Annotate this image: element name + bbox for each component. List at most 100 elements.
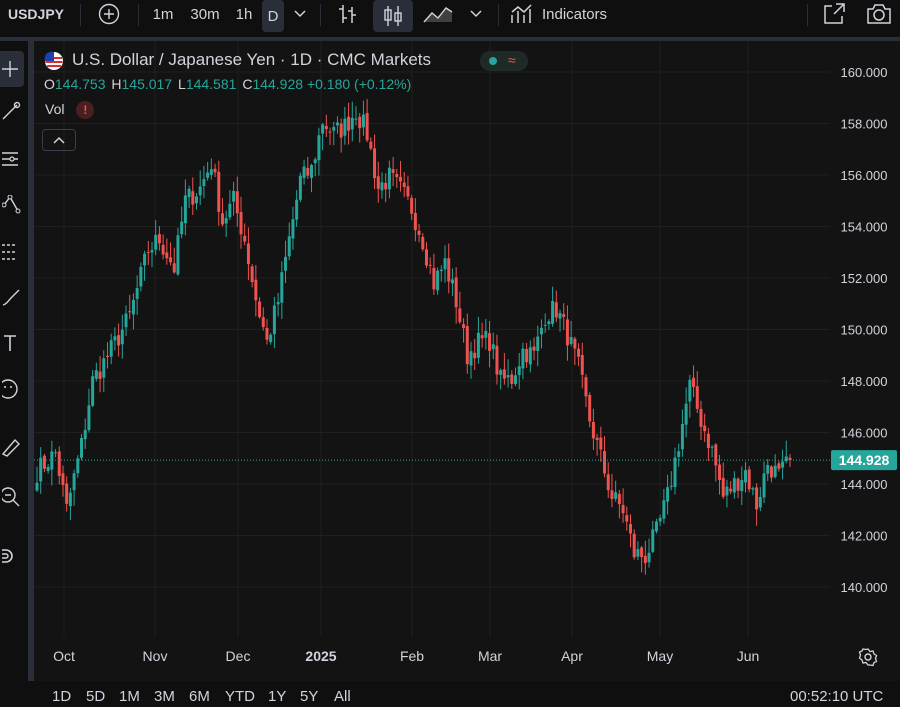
candle-body: [261, 317, 265, 328]
candles-chart-type-button[interactable]: [373, 0, 413, 32]
market-status-badge[interactable]: ≈: [480, 51, 528, 71]
price-label: 142.000: [841, 529, 888, 544]
text-tool[interactable]: [0, 325, 24, 361]
candle-body: [476, 332, 480, 358]
candle-body: [603, 451, 607, 474]
candle-body: [39, 457, 43, 482]
candle-body: [250, 266, 254, 282]
candle-body: [213, 168, 217, 173]
compare-add-button[interactable]: [94, 0, 124, 28]
range-all-button[interactable]: All: [334, 688, 351, 705]
ruler-icon: [2, 438, 20, 457]
fullscreen-button[interactable]: [820, 0, 848, 28]
us-flag-icon: [44, 51, 63, 70]
candle-body: [710, 446, 714, 448]
candle-body: [632, 533, 636, 558]
smiley-icon: [2, 379, 18, 399]
range-3m-button[interactable]: 3M: [154, 688, 175, 705]
trend-line-tool[interactable]: [0, 93, 24, 129]
candle-body: [265, 327, 269, 340]
brush-tool[interactable]: [0, 279, 24, 315]
candle-body: [217, 171, 221, 212]
screenshot-button[interactable]: [864, 0, 894, 28]
candle-body: [391, 169, 395, 173]
chart-type-dropdown-button[interactable]: [464, 0, 488, 28]
candle-body: [554, 302, 558, 318]
candle-body: [729, 488, 733, 492]
symbol-title[interactable]: U.S. Dollar / Japanese Yen · 1D · CMC Ma…: [72, 50, 431, 70]
candle-body: [42, 455, 46, 469]
volume-study-label[interactable]: Vol !: [45, 101, 95, 119]
candle-body: [350, 117, 354, 130]
candle-body: [469, 351, 473, 366]
measure-tool[interactable]: [0, 429, 24, 465]
candle-body: [105, 355, 109, 358]
crosshair-icon: [2, 61, 18, 77]
candle-body: [276, 302, 280, 305]
fib-lines-icon: [2, 152, 18, 166]
range-5y-button[interactable]: 5Y: [300, 688, 318, 705]
chart-pane[interactable]: 160.000 158.000 156.000 154.000 152.000 150.0…: [34, 41, 900, 681]
candle-body: [506, 375, 510, 378]
candle-body: [228, 203, 232, 218]
fib-tool[interactable]: [0, 141, 24, 177]
candle-body: [406, 186, 410, 197]
candlestick-chart[interactable]: 160.000 158.000 156.000 154.000 152.000 150.0…: [34, 41, 900, 681]
range-1y-button[interactable]: 1Y: [268, 688, 286, 705]
magnet-icon: [2, 549, 13, 563]
chevron-down-icon: [294, 10, 306, 18]
interval-d-button[interactable]: D: [262, 0, 284, 32]
candle-body: [421, 236, 425, 250]
candle-body: [502, 369, 506, 379]
utc-clock[interactable]: 00:52:10 UTC: [790, 688, 883, 705]
zoom-icon: [2, 487, 20, 507]
emoji-tool[interactable]: [0, 371, 24, 407]
prediction-tool[interactable]: [0, 234, 24, 270]
range-ytd-button[interactable]: YTD: [225, 688, 255, 705]
range-1m-button[interactable]: 1M: [119, 688, 140, 705]
chart-grid: [34, 41, 830, 637]
chart-settings-button[interactable]: [858, 647, 878, 672]
close-label: C: [242, 76, 253, 92]
indicators-button[interactable]: Indicators: [510, 0, 626, 28]
candle-body: [128, 311, 132, 313]
candle-body: [306, 168, 310, 176]
candle-body: [499, 370, 503, 375]
interval-1m-button[interactable]: 1m: [146, 0, 180, 28]
candle-body: [113, 336, 117, 341]
candle-body: [640, 547, 644, 558]
interval-30m-button[interactable]: 30m: [184, 0, 226, 28]
ohlc-values: O144.753 H145.017 L144.581 C144.928 +0.1…: [44, 76, 411, 92]
candle-body: [543, 324, 547, 326]
brush-icon: [2, 289, 20, 306]
range-6m-button[interactable]: 6M: [189, 688, 210, 705]
magnet-tool[interactable]: [0, 539, 24, 575]
interval-dropdown-button[interactable]: [288, 0, 312, 28]
interval-1h-button[interactable]: 1h: [229, 0, 259, 28]
candle-body: [94, 370, 98, 379]
time-axis: Oct Nov Dec 2025 Feb Mar Apr May Jun: [53, 648, 759, 664]
vol-warning-icon[interactable]: !: [76, 101, 95, 119]
symbol-search-button[interactable]: USDJPY: [0, 0, 72, 28]
cursor-tool[interactable]: [0, 51, 24, 87]
area-chart-type-button[interactable]: [420, 0, 456, 28]
candle-body: [224, 218, 228, 224]
candle-body: [399, 176, 403, 182]
pattern-tool[interactable]: [0, 187, 24, 223]
zoom-tool[interactable]: [0, 479, 24, 515]
candle-body: [521, 348, 525, 369]
candle-body: [328, 131, 332, 133]
time-label: Oct: [53, 648, 75, 664]
candle-body: [254, 279, 258, 301]
candle-body: [117, 335, 121, 346]
collapse-legend-button[interactable]: [42, 129, 76, 151]
range-5d-button[interactable]: 5D: [86, 688, 105, 705]
candle-body: [57, 451, 61, 476]
drawing-toolbar: [0, 41, 28, 681]
bar-chart-type-button[interactable]: [334, 0, 362, 28]
candle-body: [699, 408, 703, 427]
range-1d-button[interactable]: 1D: [52, 688, 71, 705]
chevron-up-icon: [53, 136, 65, 144]
candle-body: [61, 473, 65, 486]
price-label: 144.000: [841, 477, 888, 492]
